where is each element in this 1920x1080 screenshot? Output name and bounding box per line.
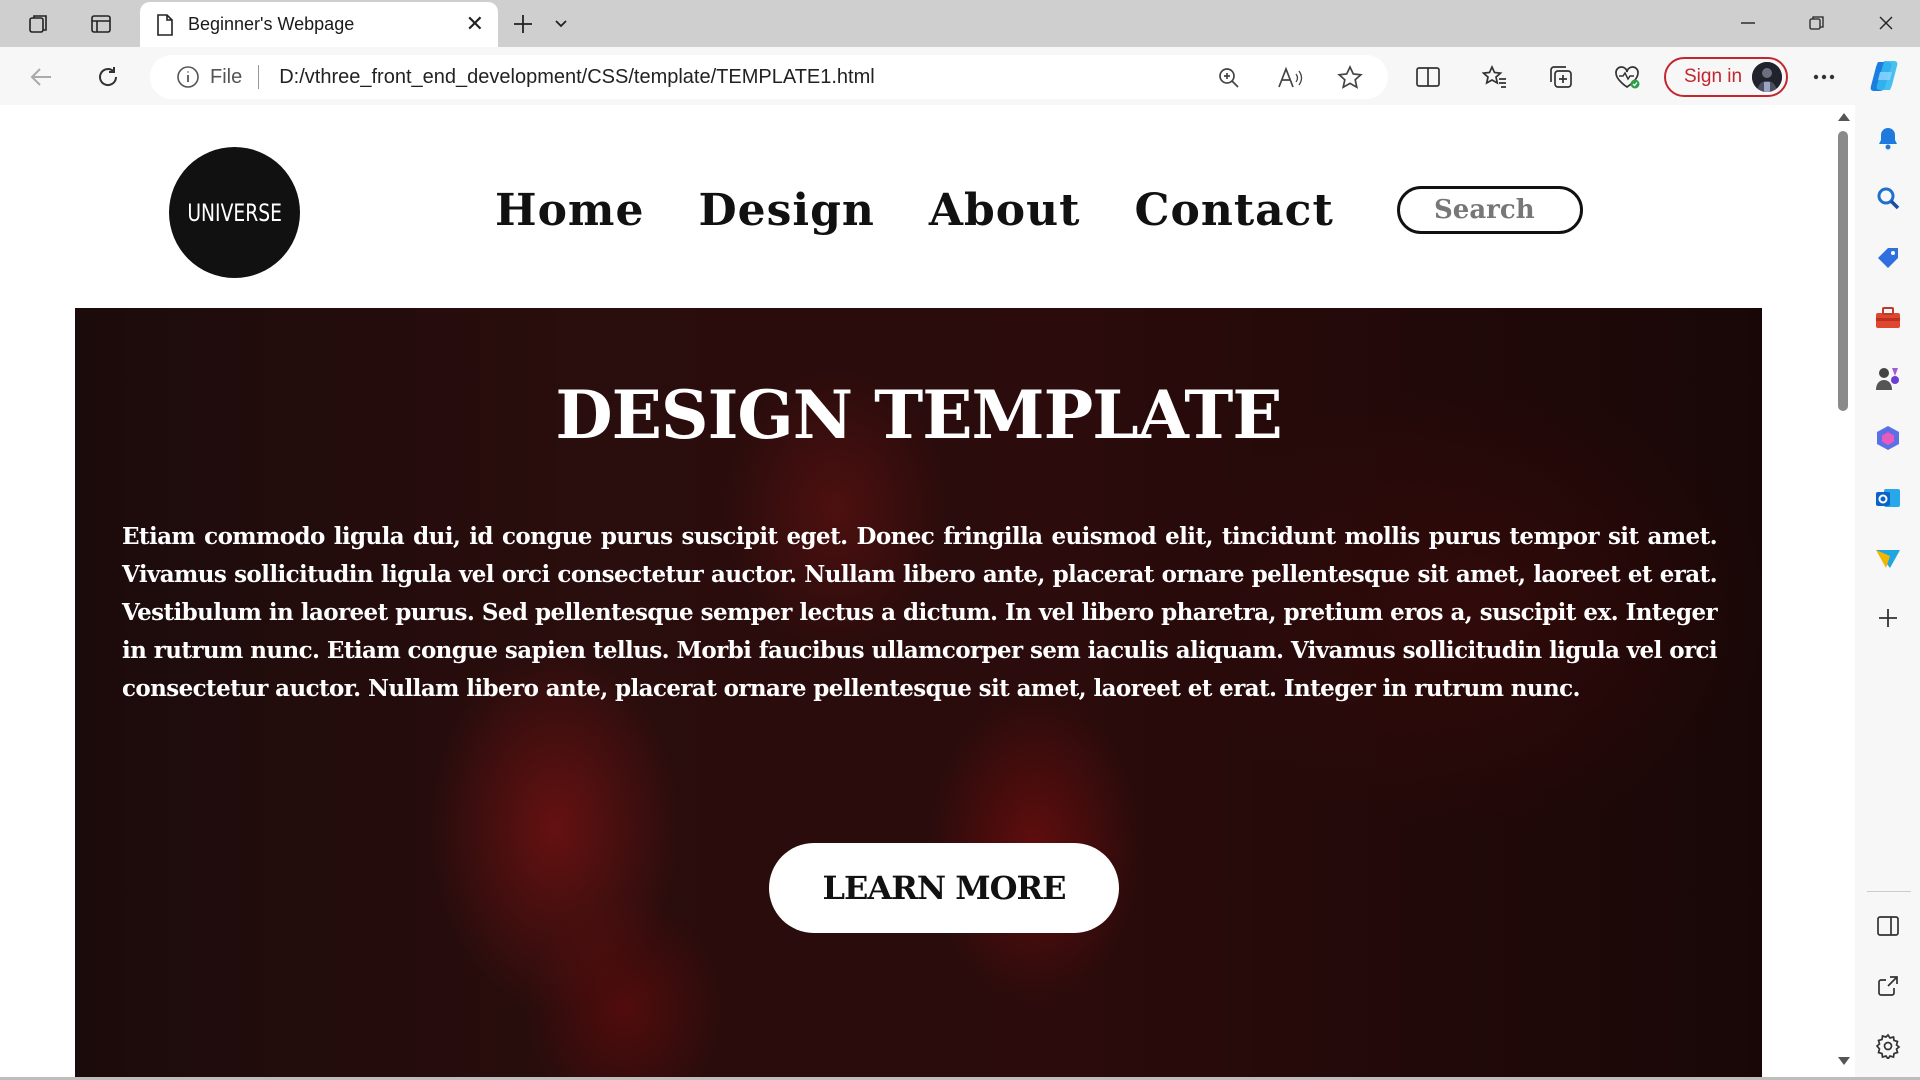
omnibox[interactable]: File D:/vthree_front_end_development/CSS…	[150, 55, 1388, 99]
hero-title: DESIGN TEMPLATE	[555, 376, 1282, 454]
hero-section: DESIGN TEMPLATE Etiam commodo ligula dui…	[75, 308, 1762, 1077]
edge-sidebar	[1855, 105, 1920, 1080]
workspaces-icon[interactable]	[26, 11, 52, 37]
nav-contact-link[interactable]: Contact	[1134, 185, 1333, 236]
tab-title: Beginner's Webpage	[188, 14, 355, 34]
nav-home-link[interactable]: Home	[495, 185, 644, 236]
minimize-icon[interactable]	[1728, 8, 1768, 38]
games-icon[interactable]	[1873, 363, 1903, 393]
scroll-thumb[interactable]	[1838, 131, 1848, 411]
info-icon[interactable]	[176, 65, 200, 89]
restore-icon[interactable]	[1797, 8, 1837, 38]
office-icon[interactable]	[1873, 423, 1903, 453]
page-icon	[157, 13, 173, 36]
bell-icon[interactable]	[1873, 123, 1903, 153]
logo[interactable]: UNIVERSE	[169, 147, 300, 278]
read-aloud-icon[interactable]	[1277, 65, 1303, 91]
tab-actions-icon[interactable]	[88, 11, 114, 37]
back-arrow-icon[interactable]	[28, 63, 56, 91]
outlook-icon[interactable]	[1873, 483, 1903, 513]
zoom-icon[interactable]	[1216, 65, 1242, 91]
url-text[interactable]: D:/vthree_front_end_development/CSS/temp…	[279, 66, 874, 89]
sidebar-divider	[1867, 891, 1911, 892]
refresh-icon[interactable]	[94, 63, 122, 91]
active-tab[interactable]: Beginner's Webpage ✕	[140, 2, 498, 47]
sign-in-label: Sign in	[1684, 66, 1743, 87]
collections-icon[interactable]	[1547, 63, 1575, 91]
avatar	[1752, 62, 1782, 92]
toolbox-icon[interactable]	[1873, 303, 1903, 333]
close-window-icon[interactable]	[1866, 8, 1906, 38]
settings-gear-icon[interactable]	[1873, 1031, 1903, 1061]
tab-list-chevron-icon[interactable]	[548, 11, 574, 37]
page-viewport: UNIVERSE Home Design About Contact DESIG…	[6, 105, 1833, 1077]
main-nav: Home Design About Contact	[495, 185, 1334, 236]
sidebar-panel-icon[interactable]	[1873, 911, 1903, 941]
omnibox-separator	[258, 65, 260, 89]
hero-body-text: Etiam commodo ligula dui, id congue puru…	[122, 523, 1718, 702]
more-icon[interactable]	[1810, 63, 1838, 91]
add-icon[interactable]	[1873, 603, 1903, 633]
split-screen-icon[interactable]	[1414, 63, 1442, 91]
tab-bar: Beginner's Webpage ✕	[0, 0, 1920, 47]
sign-in-button[interactable]: Sign in	[1664, 57, 1788, 97]
copilot-icon[interactable]	[1868, 58, 1904, 94]
open-external-icon[interactable]	[1873, 971, 1903, 1001]
address-toolbar: File D:/vthree_front_end_development/CSS…	[0, 47, 1920, 105]
nav-design-link[interactable]: Design	[698, 185, 874, 236]
learn-more-button[interactable]: LEARN MORE	[769, 843, 1119, 933]
nav-about-link[interactable]: About	[929, 185, 1081, 236]
search-input[interactable]	[1397, 186, 1583, 234]
shopping-tag-icon[interactable]	[1873, 243, 1903, 273]
vertical-scrollbar[interactable]	[1833, 105, 1855, 1077]
scroll-up-arrow-icon[interactable]	[1838, 113, 1850, 121]
close-tab-icon[interactable]: ✕	[466, 12, 484, 37]
scroll-down-arrow-icon[interactable]	[1838, 1057, 1850, 1065]
favorites-icon[interactable]	[1481, 63, 1509, 91]
scheme-label: File	[210, 65, 243, 88]
favorite-star-icon[interactable]	[1337, 65, 1363, 91]
browser-essentials-icon[interactable]	[1613, 63, 1641, 91]
logo-text: UNIVERSE	[187, 198, 282, 227]
search-icon[interactable]	[1873, 183, 1903, 213]
send-icon[interactable]	[1873, 543, 1903, 573]
new-tab-icon[interactable]	[510, 11, 536, 37]
